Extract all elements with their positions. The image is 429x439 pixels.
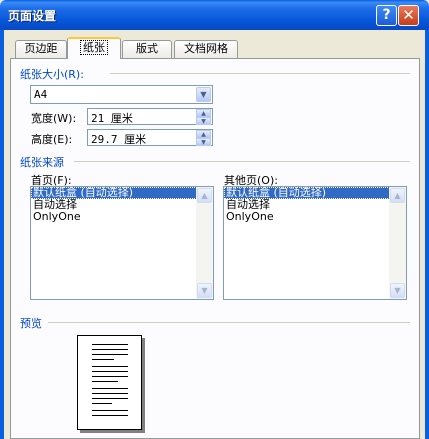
- tab-document-grid[interactable]: 文档网格: [174, 40, 238, 58]
- paper-source-separator: [74, 161, 410, 162]
- paper-size-value: A4: [34, 88, 48, 101]
- list-item[interactable]: OnlyOne: [224, 211, 406, 223]
- chevron-down-icon[interactable]: ▼: [196, 87, 211, 102]
- preview-text-line: [92, 366, 128, 367]
- preview-text-line: [92, 415, 128, 416]
- first-page-listbox[interactable]: 默认纸盒 (自动选择) 自动选择 OnlyOne ▲ ▼: [30, 186, 214, 300]
- window-title: 页面设置: [8, 9, 57, 23]
- spin-down-icon[interactable]: ▼: [196, 117, 211, 125]
- help-button[interactable]: ?: [376, 5, 397, 26]
- tab-paper[interactable]: 纸张: [67, 37, 121, 59]
- paper-size-group-label: 纸张大小(R):: [20, 68, 84, 81]
- preview-text-line: [92, 344, 128, 345]
- scroll-up-icon[interactable]: ▲: [390, 188, 405, 203]
- paper-size-select[interactable]: A4 ▼: [30, 85, 213, 104]
- preview-text-line: [92, 381, 118, 382]
- close-button[interactable]: ✕: [398, 5, 419, 26]
- preview-text-line: [92, 410, 128, 411]
- preview-text-line: [92, 359, 114, 360]
- spin-up-icon[interactable]: ▲: [196, 109, 211, 117]
- other-pages-listbox[interactable]: 默认纸盒 (自动选择) 自动选择 OnlyOne ▲ ▼: [223, 186, 407, 300]
- tab-layout-label: 版式: [136, 42, 158, 55]
- scrollbar[interactable]: ▲ ▼: [389, 187, 406, 299]
- preview-separator: [48, 322, 410, 323]
- tab-document-grid-label: 文档网格: [184, 42, 228, 55]
- preview-text-line: [92, 393, 128, 394]
- preview-text-line: [92, 398, 128, 399]
- width-spinner[interactable]: 21 厘米 ▲ ▼: [87, 108, 213, 125]
- scroll-up-icon[interactable]: ▲: [197, 188, 212, 203]
- tab-layout[interactable]: 版式: [122, 40, 172, 58]
- tab-margins[interactable]: 页边距: [15, 40, 67, 58]
- preview-text-line: [92, 371, 128, 372]
- list-item[interactable]: OnlyOne: [31, 211, 213, 223]
- width-label: 宽度(W):: [31, 112, 77, 125]
- preview-group-label: 预览: [20, 317, 42, 330]
- paper-size-separator: [110, 73, 410, 74]
- scroll-down-icon[interactable]: ▼: [197, 283, 212, 298]
- preview-text-line: [92, 349, 128, 350]
- spin-down-icon[interactable]: ▼: [196, 138, 211, 146]
- preview-page: [77, 335, 142, 430]
- tab-paper-label: 纸张: [80, 40, 108, 55]
- preview-text-line: [92, 403, 112, 404]
- spin-up-icon[interactable]: ▲: [196, 130, 211, 138]
- height-spinner[interactable]: 29.7 厘米 ▲ ▼: [87, 129, 213, 146]
- height-label: 高度(E):: [31, 133, 73, 146]
- preview-text-line: [92, 354, 128, 355]
- window-frame-left: [0, 30, 4, 439]
- width-value: 21 厘米: [91, 112, 133, 125]
- tab-margins-label: 页边距: [24, 42, 58, 55]
- height-value: 29.7 厘米: [91, 133, 147, 146]
- scroll-down-icon[interactable]: ▼: [390, 283, 405, 298]
- preview-text-line: [92, 376, 128, 377]
- preview-text-line: [92, 388, 128, 389]
- scrollbar[interactable]: ▲ ▼: [196, 187, 213, 299]
- window-frame-right: [425, 30, 429, 439]
- title-bar: 页面设置 ? ✕: [0, 0, 429, 30]
- paper-source-group-label: 纸张来源: [20, 156, 64, 169]
